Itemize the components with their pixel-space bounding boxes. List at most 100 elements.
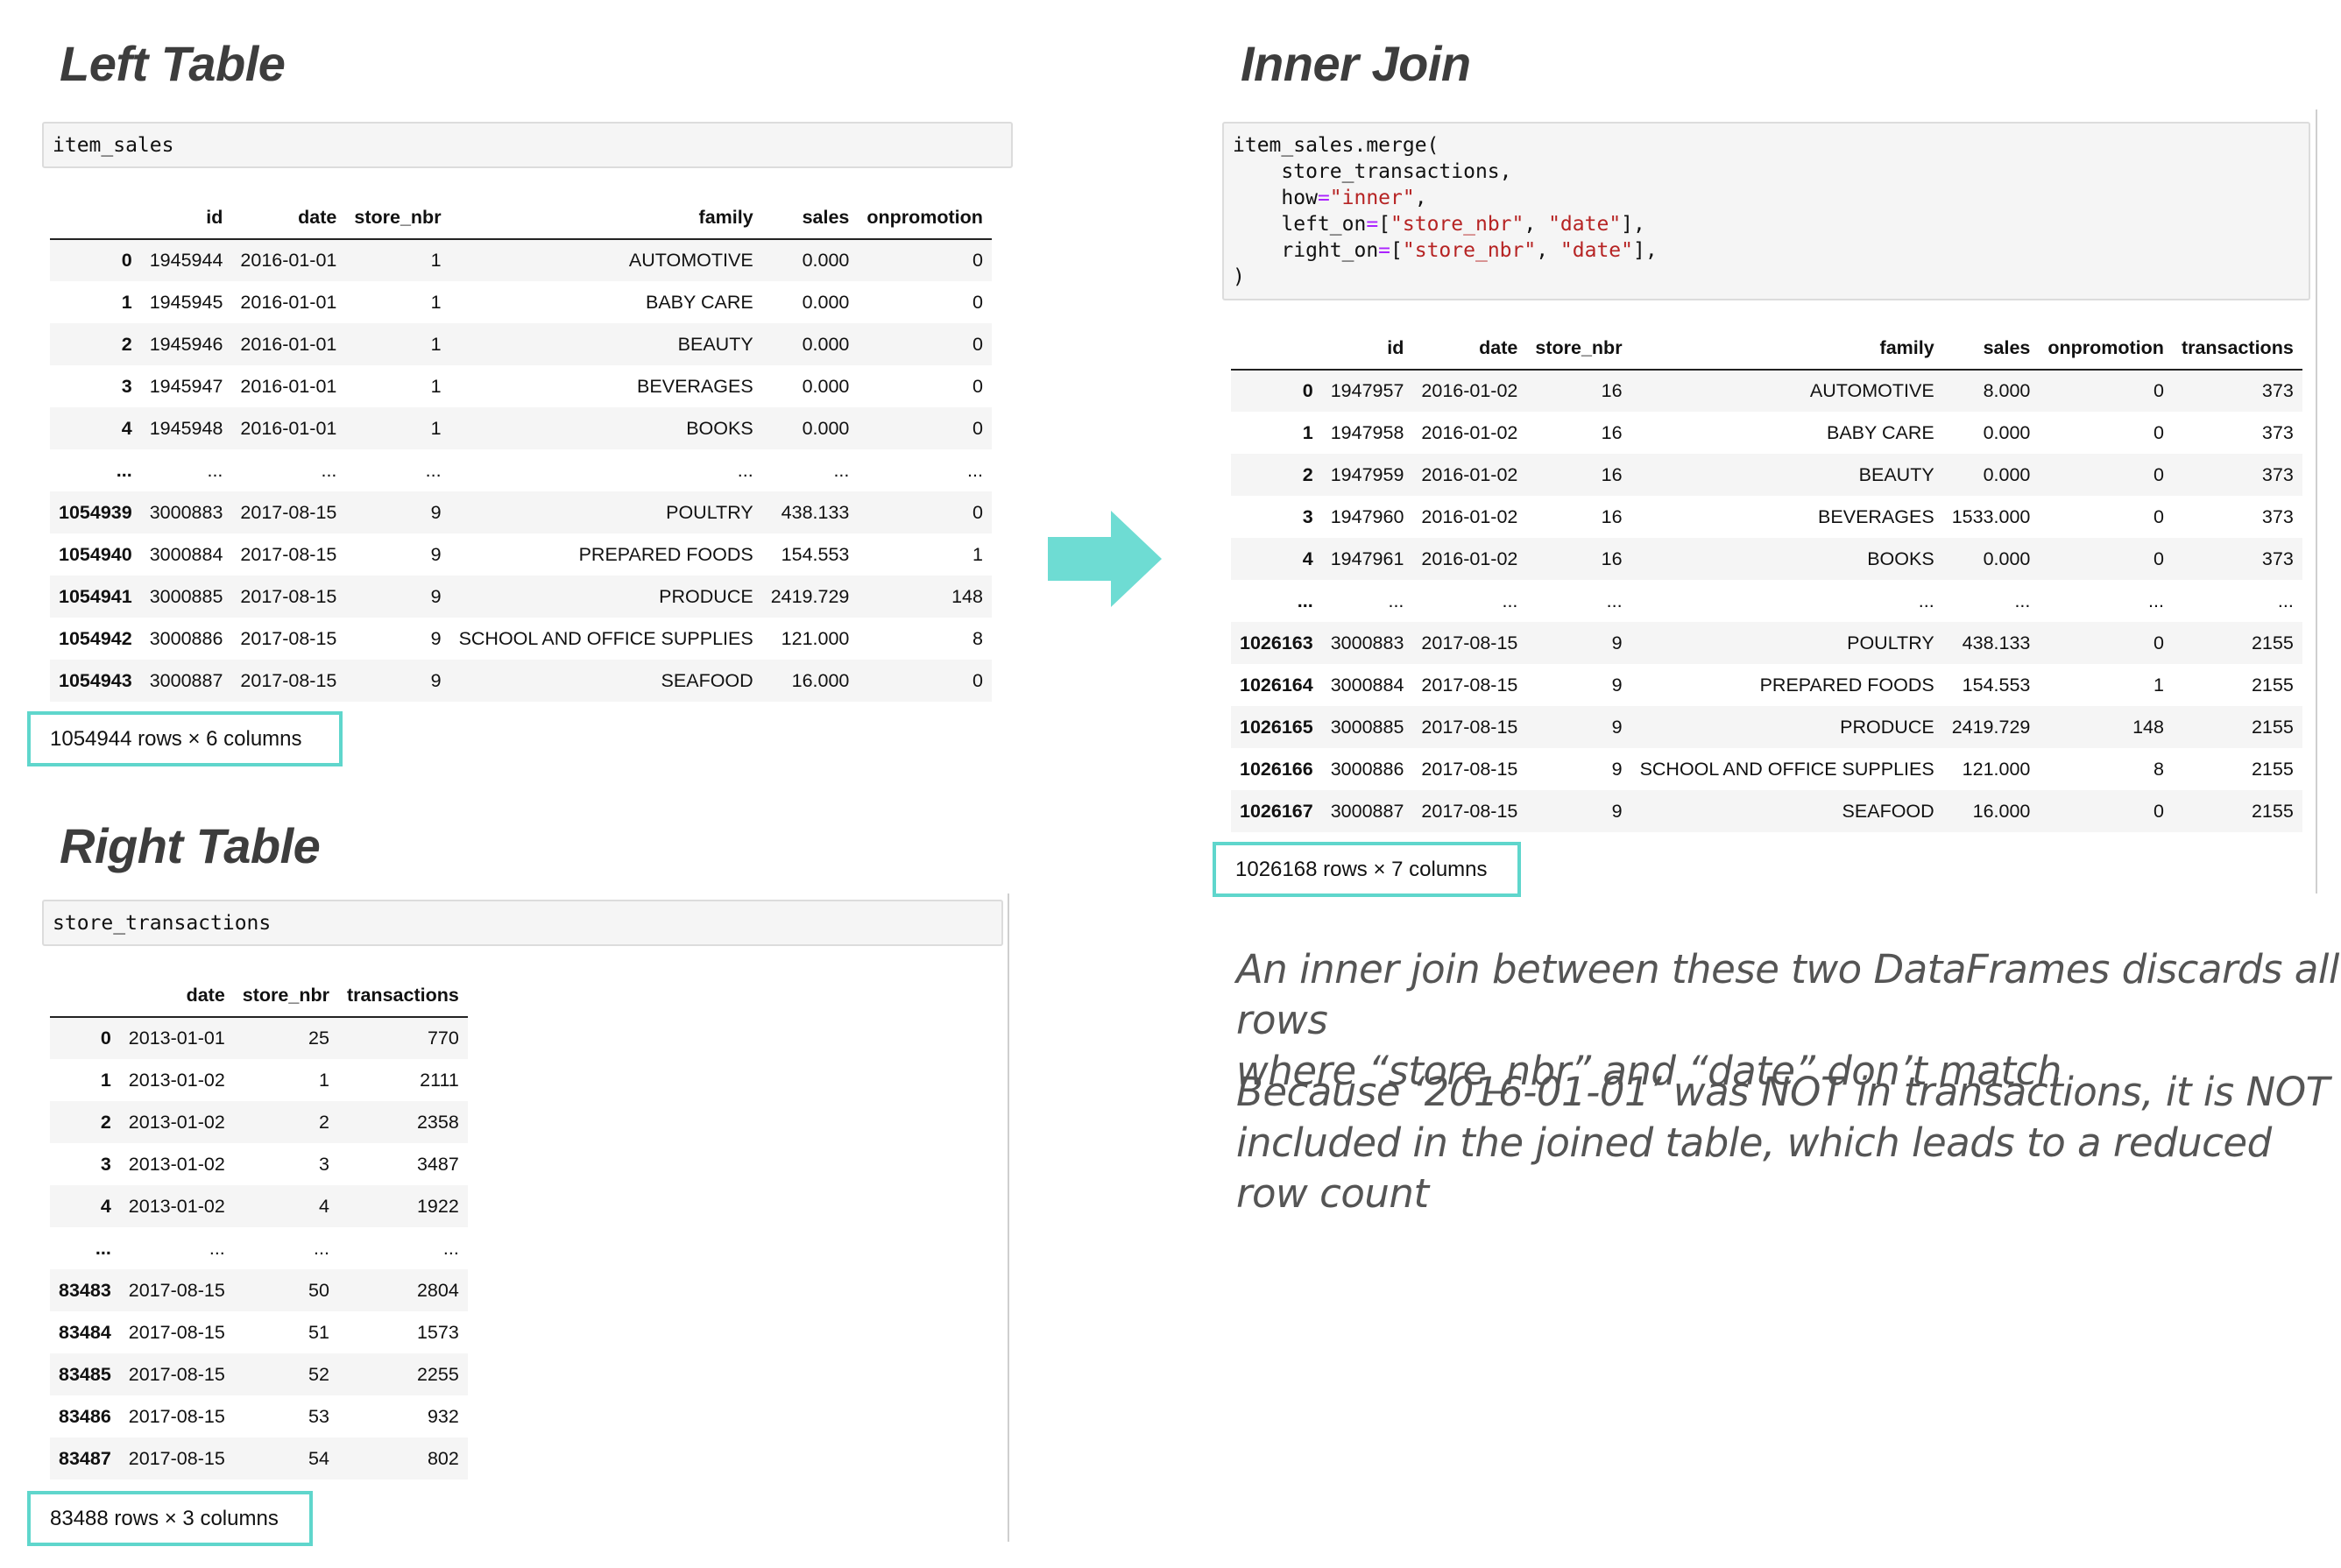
table-cell: ... (207, 459, 223, 481)
table-cell: ... (1502, 590, 1518, 611)
cell-divider-inner (2316, 109, 2317, 893)
table-cell: 9 (1611, 716, 1623, 738)
column-header: date (1412, 327, 1527, 371)
table-cell: 8 (2153, 758, 2164, 780)
table-row: ..................... (50, 449, 992, 491)
table-cell: 2017-08-15 (1421, 632, 1518, 653)
table-row: 1054939 3000883 2017-08-15 9 POULTRY 438.133 0 (50, 491, 992, 533)
table-cell: BEVERAGES (1818, 505, 1934, 527)
table-row: 0 1947957 2016-01-02 16 AUTOMOTIVE 8.000 0 373 (1231, 370, 2302, 412)
row-index: 3 (100, 1153, 111, 1175)
table-cell: 2016-01-01 (240, 333, 337, 355)
table-cell: 2017-08-15 (1421, 674, 1518, 696)
table-cell: 373 (2261, 380, 2294, 401)
table-cell: BABY CARE (1827, 421, 1934, 443)
table-cell: 2017-08-15 (128, 1405, 225, 1427)
table-row: 1054943 3000887 2017-08-15 9 SEAFOOD 16.000 0 (50, 660, 992, 702)
table-cell: 0 (972, 333, 983, 355)
index-header (50, 974, 120, 1018)
left-code-text: item_sales (53, 134, 174, 157)
table-cell: 2016-01-01 (240, 417, 337, 439)
right-shape-box: 83488 rows × 3 columns (27, 1491, 313, 1546)
table-cell: ... (1606, 590, 1623, 611)
table-cell: 0.000 (802, 291, 850, 313)
inner-code-cell[interactable]: item_sales.merge( store_transactions, ho… (1222, 122, 2310, 300)
code-token: , (1524, 213, 1549, 236)
table-cell: ... (2014, 590, 2031, 611)
code-token: "date" (1548, 213, 1622, 236)
left-code-cell[interactable]: item_sales (42, 122, 1013, 168)
table-cell: 0 (2153, 505, 2164, 527)
code-token: "date" (1559, 239, 1634, 262)
table-cell: 0.000 (1983, 547, 2031, 569)
table-row: 2 1947959 2016-01-02 16 BEAUTY 0.000 0 373 (1231, 454, 2302, 496)
table-cell: 3000884 (149, 543, 223, 565)
table-cell: 4 (318, 1195, 329, 1217)
right-table-heading: Right Table (60, 818, 321, 873)
table-cell: 2016-01-01 (240, 250, 337, 271)
table-cell: 2013-01-01 (128, 1028, 225, 1049)
table-cell: 0.000 (802, 250, 850, 271)
table-cell: SCHOOL AND OFFICE SUPPLIES (1639, 758, 1934, 780)
table-row: 1 2013-01-02 1 2111 (50, 1059, 468, 1101)
table-cell: ... (314, 1237, 329, 1259)
table-cell: 3487 (416, 1153, 459, 1175)
table-cell: 1947960 (1330, 505, 1404, 527)
table-cell: 2155 (2251, 800, 2294, 822)
right-code-cell[interactable]: store_transactions (42, 900, 1003, 946)
table-cell: 0 (2153, 421, 2164, 443)
table-cell: 16 (1601, 463, 1623, 485)
table-cell: POULTRY (1847, 632, 1934, 653)
table-cell: 121.000 (781, 627, 850, 649)
row-index: 1 (100, 1069, 111, 1091)
table-cell: 1947958 (1330, 421, 1404, 443)
code-token: right_on (1233, 239, 1379, 262)
table-row: 1026167 3000887 2017-08-15 9 SEAFOOD 16.000 0 2… (1231, 790, 2302, 832)
table-row: 4 1947961 2016-01-02 16 BOOKS 0.000 0 373 (1231, 538, 2302, 580)
table-cell: 2358 (416, 1111, 459, 1133)
column-header: onpromotion (2039, 327, 2173, 371)
table-cell: PRODUCE (1840, 716, 1934, 738)
right-code-text: store_transactions (53, 912, 272, 935)
table-row: ........................ (1231, 580, 2302, 622)
table-cell: 9 (430, 585, 442, 607)
code-line-4: left_on=["store_nbr", "date"], (1233, 213, 1645, 236)
table-cell: ... (2148, 590, 2164, 611)
table-cell: 0.000 (802, 417, 850, 439)
table-cell: 2017-08-15 (240, 543, 337, 565)
row-index: ... (1297, 590, 1313, 611)
table-cell: 2017-08-15 (128, 1363, 225, 1385)
table-row: 1026163 3000883 2017-08-15 9 POULTRY 438.133 0… (1231, 622, 2302, 664)
table-cell: 50 (308, 1279, 329, 1301)
row-index: 3 (1302, 505, 1313, 527)
table-cell: 0 (2153, 547, 2164, 569)
row-index: 2 (100, 1111, 111, 1133)
table-cell: 1573 (416, 1321, 459, 1343)
table-row: 2 1945946 2016-01-01 1 BEAUTY 0.000 0 (50, 323, 992, 365)
table-cell: 373 (2261, 547, 2294, 569)
table-cell: AUTOMOTIVE (1809, 380, 1934, 401)
code-token: [ (1378, 213, 1391, 236)
code-token: = (1366, 213, 1379, 236)
table-cell: 0.000 (1983, 421, 2031, 443)
table-cell: 1533.000 (1951, 505, 2031, 527)
code-line-6: ) (1233, 265, 1245, 288)
table-cell: BEAUTY (677, 333, 753, 355)
index-header (50, 196, 141, 240)
table-cell: 802 (427, 1447, 459, 1469)
table-cell: 148 (951, 585, 983, 607)
table-cell: 0 (2153, 463, 2164, 485)
table-cell: BOOKS (1867, 547, 1934, 569)
table-cell: 9 (430, 501, 442, 523)
row-index: 83484 (59, 1321, 111, 1343)
table-row: 1026165 3000885 2017-08-15 9 PRODUCE 2419.729… (1231, 706, 2302, 748)
column-header: sales (1942, 327, 2040, 371)
column-header: store_nbr (345, 196, 450, 240)
code-token: [ (1390, 239, 1403, 262)
table-cell: 0 (972, 417, 983, 439)
row-index: 1026166 (1240, 758, 1313, 780)
right-dataframe-table: date store_nbr transactions 0 2013-01-01 25 7… (50, 974, 468, 1480)
inner-shape-text: 1026168 rows × 7 columns (1235, 857, 1488, 881)
column-header: id (140, 196, 232, 240)
table-cell: 154.553 (1962, 674, 2031, 696)
